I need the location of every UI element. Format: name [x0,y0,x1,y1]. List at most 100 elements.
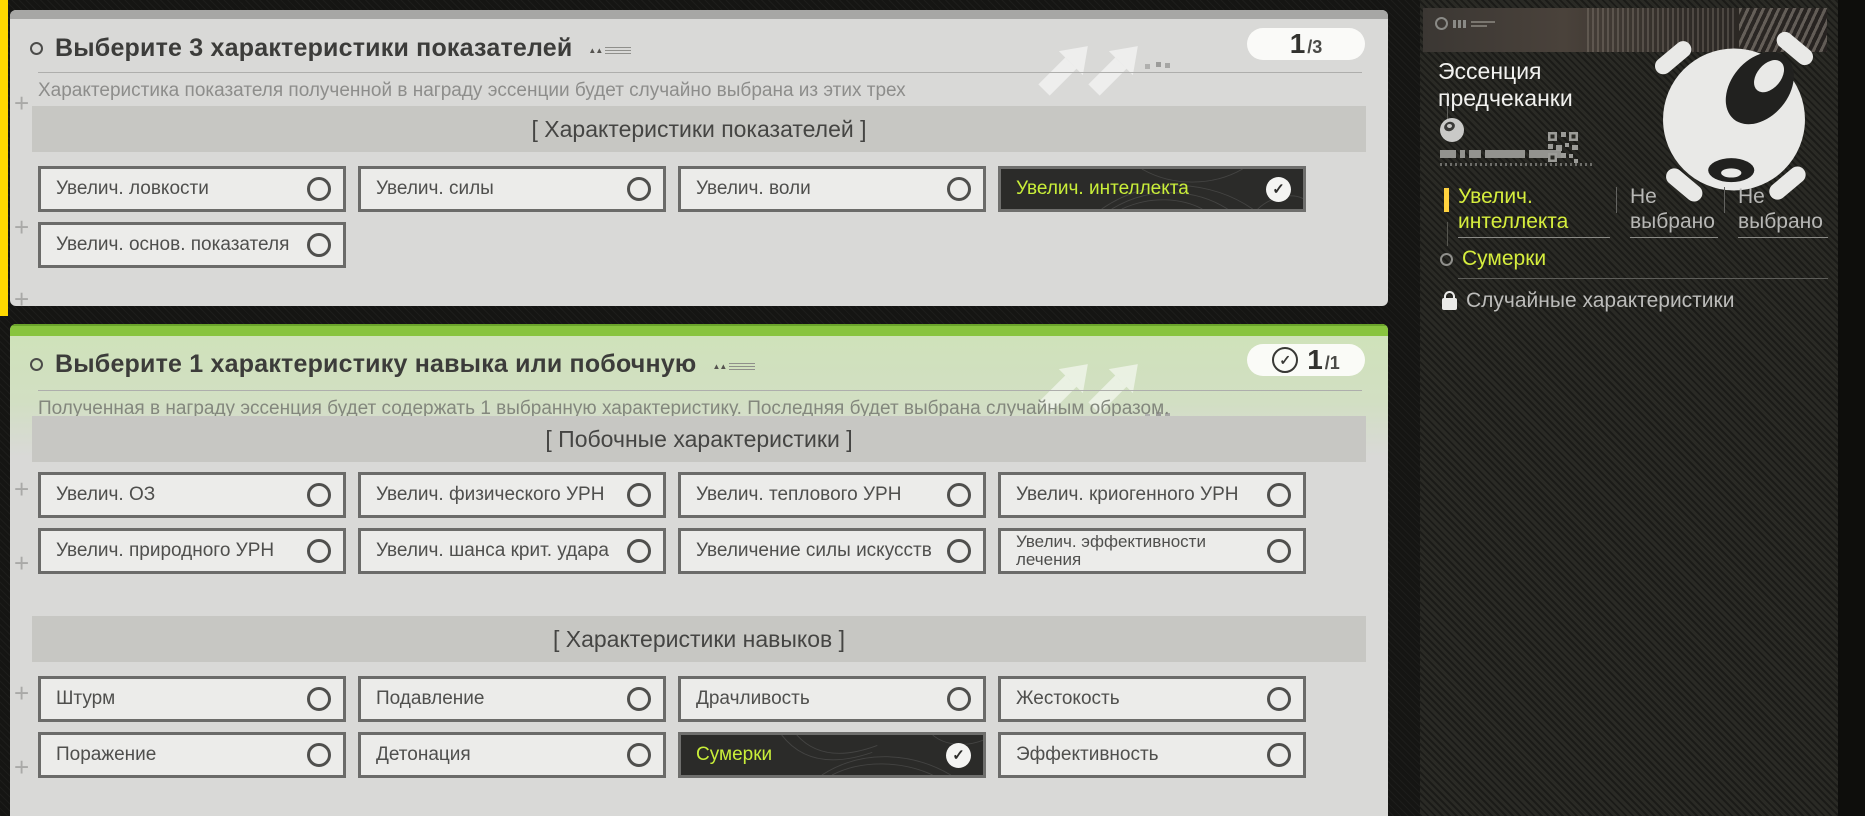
bullet-circle-icon [1440,252,1453,266]
panel2-counter: ✓ 1 /1 [1247,344,1365,376]
option-button[interactable]: Детонация [358,732,666,778]
right-margin-strip [1838,0,1865,816]
section-header-skill-characteristics: [ Характеристики навыков ] [32,616,1366,662]
slot-stat-selected: Увелич. интеллекта [1444,184,1610,238]
counter-total: /1 [1324,353,1340,373]
radio-circle-icon [1267,539,1291,563]
radio-circle-icon [947,177,971,201]
slot-underline [1738,237,1828,238]
option-button[interactable]: Увелич. ОЗ [38,472,346,518]
check-icon: ✓ [1266,176,1291,202]
skill-slot-row: Сумерки [1440,247,1546,271]
skill-underline [1458,278,1828,279]
panel1-subtitle: Характеристика показателя полученной в н… [38,80,906,101]
option-button[interactable]: Увелич. физического УРН [358,472,666,518]
check-circle-icon: ✓ [1272,347,1299,373]
hazard-stamp-icon: ▲▲ [712,362,756,371]
random-characteristics-label: Случайные характеристики [1466,289,1735,312]
check-icon: ✓ [946,742,971,768]
panel-stat-characteristics: Выберите 3 характеристики показателей ▲▲… [10,10,1388,306]
option-button[interactable]: Увелич. силы [358,166,666,212]
radio-circle-icon [307,743,331,767]
panel1-title: Выберите 3 характеристики показателей [55,34,573,62]
option-button[interactable]: Подавление [358,676,666,722]
stat-options-grid: Увелич. ловкости Увелич. силы Увелич. во… [38,166,1306,268]
slot-divider [1724,187,1725,213]
option-button[interactable]: Увелич. ловкости [38,166,346,212]
panel1-counter: 1 /3 [1247,28,1365,60]
lock-icon [1442,291,1457,310]
plus-mark: + [14,88,30,118]
option-button-selected[interactable]: Увелич. интеллекта ✓ [998,166,1306,212]
slot-stat-empty: Не выбрано [1630,184,1718,238]
banner-emblem-icon [1435,17,1495,30]
slot-underline [1458,237,1610,238]
radio-circle-icon [307,177,331,201]
active-slot-marker [1444,188,1449,212]
bullet-circle-icon [30,358,43,371]
radio-circle-icon [307,687,331,711]
random-characteristics-row: Случайные характеристики [1442,289,1734,313]
plus-mark: + [14,212,30,242]
section-header-secondary-characteristics: [ Побочные характеристики ] [32,416,1366,462]
slot-underline [1630,237,1718,238]
option-button[interactable]: Драчливость [678,676,986,722]
slot-divider [1616,187,1617,213]
skill-options-grid: Штурм Подавление Драчливость Жестокость … [38,676,1306,778]
panel-skill-characteristics: Выберите 1 характеристику навыка или поб… [10,324,1388,816]
option-button[interactable]: Увеличение силы искусств [678,528,986,574]
title-divider [38,390,1362,391]
option-button[interactable]: Увелич. криогенного УРН [998,472,1306,518]
bullet-circle-icon [30,42,43,55]
option-button[interactable]: Штурм [38,676,346,722]
panel-green-bar [10,324,1388,336]
pixel-bits-decoration [1156,62,1161,67]
option-button[interactable]: Увелич. теплового УРН [678,472,986,518]
plus-mark: + [14,284,30,306]
secondary-options-grid: Увелич. ОЗ Увелич. физического УРН Увели… [38,472,1306,574]
progress-dashes [1440,150,1561,158]
radio-circle-icon [947,539,971,563]
option-button[interactable]: Увелич. эффективности лечения [998,528,1306,574]
option-button[interactable]: Увелич. природного УРН [38,528,346,574]
radio-circle-icon [1267,483,1291,507]
radio-circle-icon [627,743,651,767]
connector-line [1447,222,1448,246]
radio-circle-icon [1267,687,1291,711]
hazard-stamp-icon: ▲▲ [588,46,632,55]
radio-circle-icon [947,483,971,507]
radio-circle-icon [627,687,651,711]
arrows-watermark-icon [1038,46,1138,96]
left-accent-bar [0,0,8,316]
option-button[interactable]: Увелич. основ. показателя [38,222,346,268]
reward-sidebar: Эссенция предчеканки Увелич. интеллекта … [1420,0,1838,816]
counter-current: 1 [1307,344,1323,375]
slot-stat-empty: Не выбрано [1738,184,1828,238]
sidebar-title: Эссенция предчеканки [1438,58,1573,111]
option-button[interactable]: Увелич. воли [678,166,986,212]
panel2-title: Выберите 1 характеристику навыка или поб… [55,350,697,378]
plus-mark: + [14,474,30,504]
option-button[interactable]: Эффективность [998,732,1306,778]
plus-mark: + [14,548,30,578]
radio-circle-icon [1267,743,1291,767]
option-button[interactable]: Увелич. шанса крит. удара [358,528,666,574]
radio-circle-icon [307,539,331,563]
plus-mark: + [14,752,30,782]
radio-circle-icon [627,483,651,507]
essence-blob-icon [1440,118,1464,142]
radio-circle-icon [307,233,331,257]
plus-mark: + [14,678,30,708]
skill-slot-label: Сумерки [1462,247,1547,270]
panel-top-strip [10,10,1388,19]
counter-total: /3 [1307,37,1323,57]
qr-code-icon [1548,132,1578,163]
section-header-stat-characteristics: [ Характеристики показателей ] [32,106,1366,152]
title-divider [38,72,1362,73]
counter-current: 1 [1289,28,1306,59]
radio-circle-icon [627,177,651,201]
radio-circle-icon [627,539,651,563]
option-button[interactable]: Поражение [38,732,346,778]
option-button-selected[interactable]: Сумерки ✓ [678,732,986,778]
option-button[interactable]: Жестокость [998,676,1306,722]
